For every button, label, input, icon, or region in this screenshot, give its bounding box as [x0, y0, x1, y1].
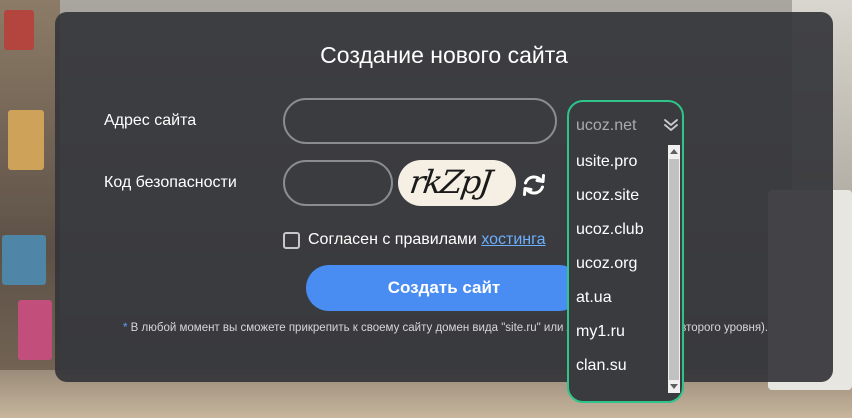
scroll-down-arrow-icon[interactable] [670, 384, 678, 389]
site-address-label: Адрес сайта [104, 112, 197, 129]
chevron-double-down-icon[interactable] [663, 117, 679, 133]
hosting-rules-link[interactable]: хостинга [481, 231, 545, 248]
scrollbar-thumb[interactable] [669, 159, 679, 380]
agree-label: Согласен с правилами хостинга [308, 231, 546, 249]
agree-checkbox[interactable] [283, 232, 300, 249]
dialog-title: Создание нового сайта [320, 42, 568, 68]
dropdown-scrollbar[interactable] [668, 145, 680, 393]
domain-option[interactable]: at.ua [569, 281, 665, 315]
background-item [4, 10, 34, 50]
domain-options-list: usite.pro ucoz.site ucoz.club ucoz.org a… [569, 145, 665, 383]
create-site-button[interactable]: Создать сайт [306, 265, 582, 311]
site-address-input[interactable] [283, 98, 557, 144]
domain-option[interactable]: usite.pro [569, 145, 665, 179]
scroll-up-arrow-icon[interactable] [670, 149, 678, 154]
domain-dropdown-selected[interactable]: ucoz.net [576, 117, 636, 135]
agree-text: Согласен с правилами [308, 231, 482, 248]
captcha-image: rkZpJ [398, 160, 516, 206]
domain-option[interactable]: clan.su [569, 349, 665, 383]
domain-option[interactable]: my1.ru [569, 315, 665, 349]
background-item [8, 110, 44, 170]
security-code-label: Код безопасности [104, 174, 237, 191]
domain-note: * В любой момент вы сможете прикрепить к… [123, 320, 813, 337]
create-site-dialog: Создание нового сайта Адрес сайта Код бе… [55, 12, 833, 382]
domain-option[interactable]: ucoz.site [569, 179, 665, 213]
background-item [2, 235, 46, 285]
domain-dropdown[interactable]: ucoz.net usite.pro ucoz.site ucoz.club u… [567, 100, 684, 403]
captcha-text: rkZpJ [407, 163, 493, 201]
domain-option[interactable]: ucoz.club [569, 213, 665, 247]
refresh-icon[interactable] [521, 172, 547, 198]
security-code-input[interactable] [283, 160, 393, 206]
background-item [18, 300, 52, 360]
domain-option[interactable]: ucoz.org [569, 247, 665, 281]
